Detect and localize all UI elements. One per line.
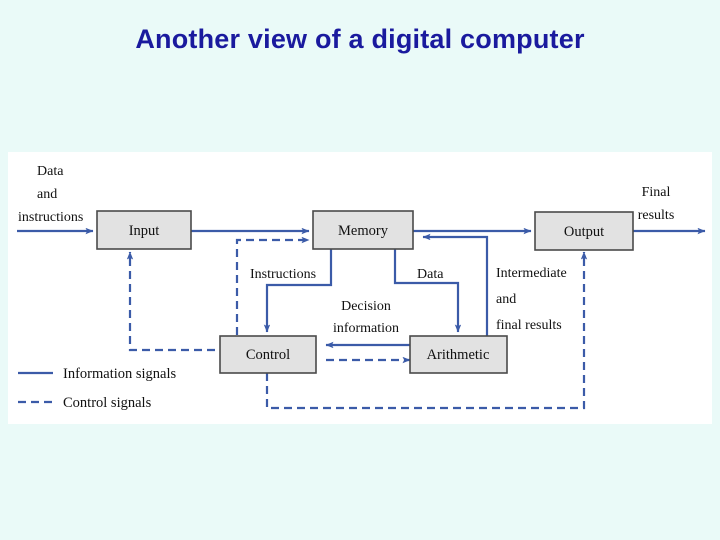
annotation-final-results-line1: Final xyxy=(642,185,671,200)
annotation-data-line3: instructions xyxy=(18,210,83,225)
annotation-data-line1: Data xyxy=(37,164,64,179)
page-title: Another view of a digital computer xyxy=(135,24,585,54)
annotation-final-results-line2: results xyxy=(638,208,675,223)
annotation-intermediate-line1: Intermediate xyxy=(496,266,567,281)
box-output-label: Output xyxy=(564,224,604,240)
annotation-data-line2: and xyxy=(37,187,57,202)
computer-block-diagram: Input Memory Output Control Arithmetic D… xyxy=(8,152,712,424)
box-input[interactable]: Input xyxy=(96,210,192,250)
box-input-label: Input xyxy=(129,223,160,239)
annotation-instructions: Instructions xyxy=(250,267,316,282)
box-control[interactable]: Control xyxy=(219,335,317,374)
box-arithmetic-label: Arithmetic xyxy=(427,347,490,363)
annotation-decision-line2: information xyxy=(333,321,399,336)
annotation-data: Data xyxy=(417,267,444,282)
box-control-label: Control xyxy=(246,347,290,363)
annotation-intermediate-line3: final results xyxy=(496,318,562,333)
box-arithmetic[interactable]: Arithmetic xyxy=(409,335,508,374)
box-memory[interactable]: Memory xyxy=(312,210,414,250)
box-memory-label: Memory xyxy=(338,223,389,239)
annotation-intermediate-line2: and xyxy=(496,292,516,307)
annotation-decision-line1: Decision xyxy=(341,299,391,314)
figure-background xyxy=(8,152,712,424)
box-output[interactable]: Output xyxy=(534,211,634,251)
legend-label-control-signals: Control signals xyxy=(63,395,152,411)
legend-label-information-signals: Information signals xyxy=(63,366,177,382)
slide-canvas: Another view of a digital computer Input… xyxy=(0,0,720,540)
